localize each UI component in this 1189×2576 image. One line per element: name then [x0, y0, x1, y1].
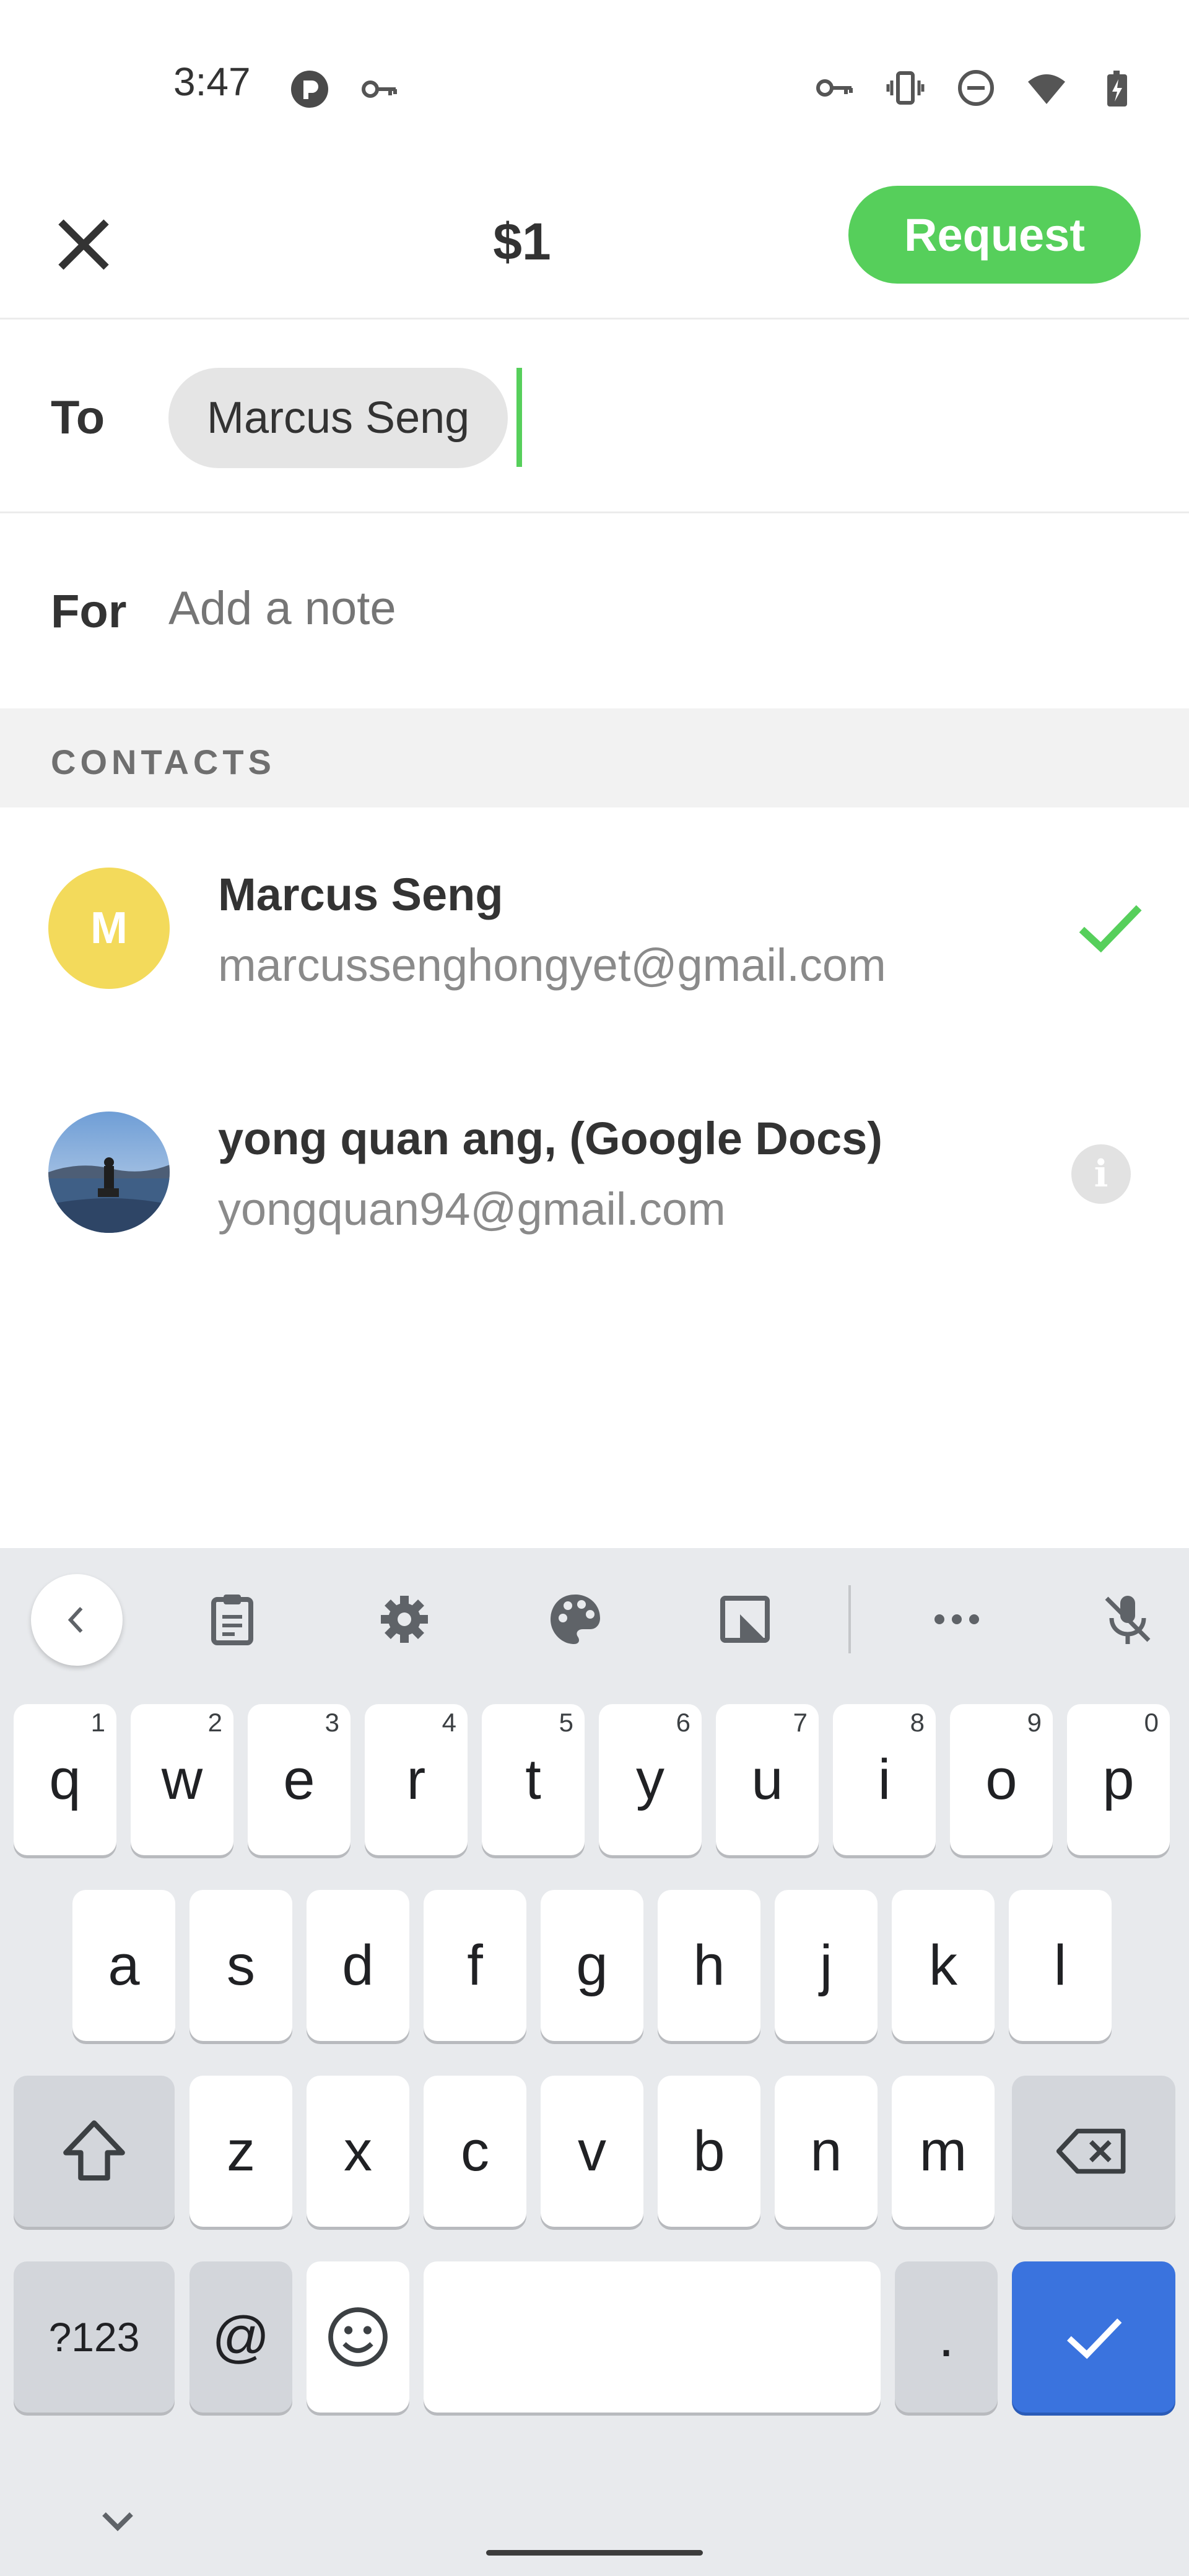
key-c[interactable]: c — [424, 2076, 526, 2227]
key-b[interactable]: b — [658, 2076, 760, 2227]
done-key[interactable] — [1012, 2261, 1175, 2413]
contacts-section-title: CONTACTS — [51, 742, 276, 781]
key-v[interactable]: v — [541, 2076, 643, 2227]
key-n[interactable]: n — [775, 2076, 878, 2227]
more-icon[interactable] — [917, 1579, 997, 1660]
floating-keyboard-icon[interactable] — [705, 1579, 785, 1660]
shift-key[interactable] — [14, 2076, 175, 2227]
at-key[interactable]: @ — [189, 2261, 292, 2413]
do-not-disturb-icon — [956, 68, 996, 108]
header: $1 Request — [0, 180, 1189, 320]
symbols-key[interactable]: ?123 — [14, 2261, 175, 2413]
note-input[interactable] — [168, 581, 1097, 635]
for-label: For — [51, 585, 127, 638]
contact-name: yong quan ang, (Google Docs) — [218, 1113, 882, 1164]
app-notification-icon — [290, 69, 329, 109]
avatar: M — [48, 868, 170, 989]
key-x[interactable]: x — [307, 2076, 409, 2227]
key-j[interactable]: j — [775, 1890, 878, 2041]
clipboard-icon[interactable] — [192, 1579, 272, 1660]
key-t[interactable]: t5 — [482, 1704, 585, 1855]
keyboard-toolbar — [0, 1548, 1189, 1690]
vibrate-icon — [886, 68, 925, 108]
key-m[interactable]: m — [892, 2076, 995, 2227]
avatar-photo — [48, 1112, 170, 1233]
contact-email: yongquan94@gmail.com — [218, 1183, 726, 1235]
period-key[interactable]: . — [895, 2261, 998, 2413]
key-a[interactable]: a — [72, 1890, 175, 2041]
contact-item-yong-quan-ang[interactable]: yong quan ang, (Google Docs) yongquan94@… — [0, 1051, 1189, 1293]
backspace-icon — [1056, 2128, 1126, 2174]
space-key[interactable] — [424, 2261, 881, 2413]
home-indicator[interactable] — [486, 2550, 703, 2556]
key-h[interactable]: h — [658, 1890, 760, 2041]
emoji-icon — [328, 2307, 388, 2367]
theme-palette-icon[interactable] — [535, 1579, 616, 1660]
to-label: To — [51, 391, 105, 444]
contact-item-marcus-seng[interactable]: M Marcus Seng marcussenghongyet@gmail.co… — [0, 807, 1189, 1049]
key-r[interactable]: r4 — [365, 1704, 468, 1855]
for-row: For — [0, 513, 1189, 707]
status-bar: 3:47 — [0, 0, 1189, 180]
wifi-icon — [1027, 68, 1066, 108]
key-p[interactable]: p0 — [1067, 1704, 1170, 1855]
status-time: 3:47 — [173, 59, 251, 104]
request-button[interactable]: Request — [848, 186, 1141, 284]
recipient-chip[interactable]: Marcus Seng — [168, 368, 508, 468]
key-y[interactable]: y6 — [599, 1704, 702, 1855]
back-chevron-icon[interactable] — [31, 1574, 123, 1666]
battery-charging-icon — [1097, 68, 1137, 108]
keyboard-collapse-icon[interactable] — [87, 2489, 149, 2551]
contact-email: marcussenghongyet@gmail.com — [218, 939, 886, 991]
key-i[interactable]: i8 — [833, 1704, 936, 1855]
key-q[interactable]: q1 — [14, 1704, 116, 1855]
vpn-key-icon — [815, 68, 855, 108]
mic-off-icon[interactable] — [1087, 1579, 1168, 1660]
key-o[interactable]: o9 — [950, 1704, 1053, 1855]
on-screen-keyboard: q1 w2 e3 r4 t5 y6 u7 i8 o9 p0 a s d f g … — [0, 1548, 1189, 2576]
emoji-key[interactable] — [307, 2261, 409, 2413]
to-row: To Marcus Seng — [0, 320, 1189, 513]
contact-name: Marcus Seng — [218, 869, 503, 920]
shift-icon — [63, 2120, 125, 2181]
key-s[interactable]: s — [189, 1890, 292, 2041]
check-icon — [1067, 2318, 1122, 2359]
toolbar-divider — [848, 1585, 851, 1653]
text-cursor — [516, 368, 522, 467]
key-w[interactable]: w2 — [131, 1704, 233, 1855]
settings-icon[interactable] — [364, 1579, 445, 1660]
backspace-key[interactable] — [1012, 2076, 1175, 2227]
key-d[interactable]: d — [307, 1890, 409, 2041]
info-icon[interactable]: i — [1071, 1144, 1131, 1204]
avatar-initial: M — [90, 903, 128, 953]
key-g[interactable]: g — [541, 1890, 643, 2041]
key-l[interactable]: l — [1009, 1890, 1112, 2041]
key-f[interactable]: f — [424, 1890, 526, 2041]
key-e[interactable]: e3 — [248, 1704, 351, 1855]
contacts-section-header: CONTACTS — [0, 708, 1189, 807]
key-k[interactable]: k — [892, 1890, 995, 2041]
vpn-key-icon — [359, 69, 399, 109]
key-z[interactable]: z — [189, 2076, 292, 2227]
check-icon — [1079, 905, 1142, 953]
key-u[interactable]: u7 — [716, 1704, 819, 1855]
